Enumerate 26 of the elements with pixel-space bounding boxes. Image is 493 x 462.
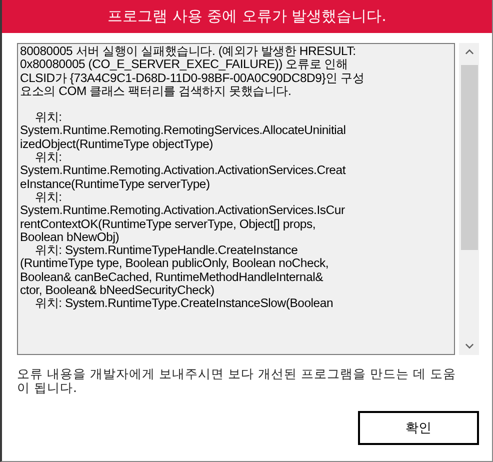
ok-button[interactable]: 확인 xyxy=(358,411,479,445)
error-detail-line: System.Runtime.Remoting.RemotingServices.AllocateUninitial xyxy=(20,124,347,138)
error-detail-line: System.Runtime.Remoting.Activation.ActivationServices.Creat xyxy=(20,164,347,178)
window-title: 프로그램 사용 중에 오류가 발생했습니다. xyxy=(108,7,386,26)
error-detail-line: 위치: System.RuntimeType.CreateInstanceSlow(Boolean xyxy=(34,297,334,311)
error-detail-line: 위치: xyxy=(34,111,63,124)
error-detail-line: Boolean& canBeCached, RuntimeMethodHandleInternal& xyxy=(20,270,324,284)
error-detail-line: izedObject(RuntimeType objectType) xyxy=(20,138,214,152)
scrollbar[interactable] xyxy=(459,43,479,355)
error-detail-line: 위치: xyxy=(35,190,62,204)
error-detail-line: ctor, Boolean& bNeedSecurityCheck) xyxy=(20,284,216,298)
error-detail-line: 위치: xyxy=(35,151,62,164)
scrollbar-thumb[interactable] xyxy=(460,65,478,250)
error-detail-line: Boolean bNewObj) xyxy=(20,230,120,244)
error-detail-line: 위치: System.RuntimeTypeHandle.CreateInstance xyxy=(34,244,299,258)
error-detail-line: 요소의 COM 클래스 팩터리를 검색하지 못했습니다. xyxy=(20,84,292,98)
error-detail-line: 80080005 서버 실행이 실패했습니다. (예외가 발생한 HRESULT: xyxy=(20,45,357,58)
scroll-up-icon[interactable] xyxy=(464,49,474,55)
message-text: 오류 내용을 개발자에게 보내주시면 보다 개선된 프로그램을 만드는 데 도움이 됩니다. xyxy=(17,367,457,395)
scroll-down-icon[interactable] xyxy=(464,343,474,349)
error-detail-line: CLSID가 {73A4C9C1-D68D-11D0-98BF-00A0C90DC8D9}인 구성 xyxy=(20,72,366,85)
error-detail-line: System.Runtime.Remoting.Activation.ActivationServices.IsCur xyxy=(20,204,346,218)
error-detail-line: (RuntimeType type, Boolean publicOnly, Boolean noCheck, xyxy=(20,257,330,271)
error-detail-line: rentContextOK(RuntimeType serverType, Object[] props, xyxy=(20,218,317,231)
error-detail-line: 0x80080005 (CO_E_SERVER_EXEC_FAILURE)) 오류로 인해 xyxy=(20,58,349,72)
error-detail-line: eInstance(RuntimeType serverType) xyxy=(20,178,211,191)
